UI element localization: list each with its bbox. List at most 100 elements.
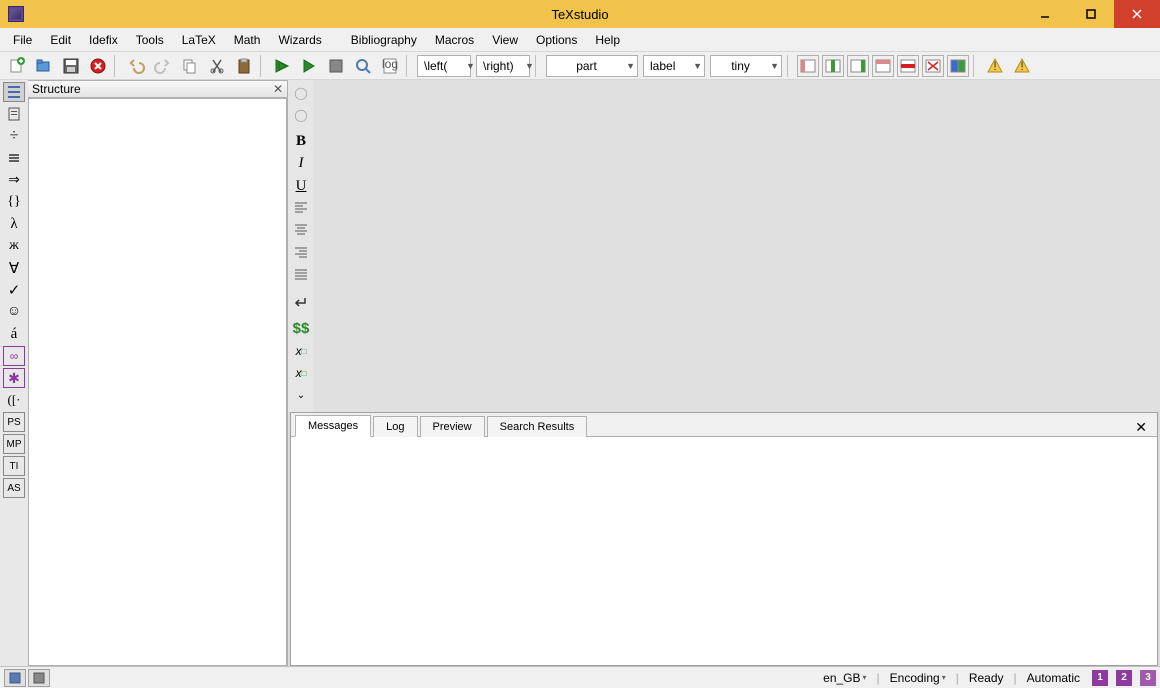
- section-dropdown[interactable]: part▼: [546, 55, 638, 77]
- table-col3-icon[interactable]: [847, 55, 869, 77]
- close-button[interactable]: [1114, 0, 1160, 28]
- status-encoding[interactable]: Encoding▾: [886, 671, 950, 685]
- status-badge-2[interactable]: 2: [1116, 670, 1132, 686]
- superscript-button[interactable]: x□: [290, 363, 312, 384]
- left-delimiter-dropdown[interactable]: \left(▼: [417, 55, 471, 77]
- menu-edit[interactable]: Edit: [42, 29, 79, 51]
- status-badge-3[interactable]: 3: [1140, 670, 1156, 686]
- close-doc-button[interactable]: [85, 54, 111, 78]
- structure-category-icon[interactable]: [3, 82, 25, 102]
- build-view-button[interactable]: [269, 54, 295, 78]
- right-delimiter-dropdown[interactable]: \right)▼: [476, 55, 530, 77]
- messages-body[interactable]: [291, 437, 1157, 665]
- greek-category-icon[interactable]: λ: [3, 214, 25, 234]
- menu-view[interactable]: View: [484, 29, 526, 51]
- circle2-icon[interactable]: ◯: [290, 104, 312, 125]
- paste-button[interactable]: [231, 54, 257, 78]
- subscript-button[interactable]: x□: [290, 340, 312, 361]
- status-toggle1-button[interactable]: [4, 669, 26, 687]
- menu-idefix[interactable]: Idefix: [81, 29, 126, 51]
- operators-category-icon[interactable]: ÷: [3, 126, 25, 146]
- status-ready: Ready: [965, 671, 1008, 685]
- inline-math-button[interactable]: $$: [290, 318, 312, 339]
- compile-button[interactable]: [296, 54, 322, 78]
- infinity-category-icon[interactable]: ∞: [3, 346, 25, 366]
- menu-wizards[interactable]: Wizards: [270, 29, 329, 51]
- quantifier-category-icon[interactable]: ∀: [3, 258, 25, 278]
- align-justify-button[interactable]: [290, 264, 312, 285]
- status-badge-1[interactable]: 1: [1092, 670, 1108, 686]
- menu-file[interactable]: File: [5, 29, 40, 51]
- close-structure-button[interactable]: ✕: [273, 82, 283, 96]
- stop-button[interactable]: [323, 54, 349, 78]
- accents-category-icon[interactable]: á: [3, 324, 25, 344]
- align-center-button[interactable]: [290, 220, 312, 241]
- tikz-category-icon[interactable]: TI: [3, 456, 25, 476]
- table-paste-col-icon[interactable]: [947, 55, 969, 77]
- undo-button[interactable]: [123, 54, 149, 78]
- view-button[interactable]: [350, 54, 376, 78]
- pstricks-category-icon[interactable]: PS: [3, 412, 25, 432]
- menu-help[interactable]: Help: [587, 29, 628, 51]
- expand-strip-button[interactable]: ⌄: [290, 385, 312, 406]
- left-category-strip: ÷ ⇒ {} λ ж ∀ ✓ ☺ á ∞ ✱ ([· PS MP TI AS: [0, 80, 28, 666]
- table-row1-icon[interactable]: [872, 55, 894, 77]
- save-button[interactable]: [58, 54, 84, 78]
- menu-math[interactable]: Math: [226, 29, 269, 51]
- relations-category-icon[interactable]: [3, 148, 25, 168]
- asymptote-category-icon[interactable]: AS: [3, 478, 25, 498]
- table-col2-icon[interactable]: [822, 55, 844, 77]
- brackets-category-icon[interactable]: ([·: [3, 390, 25, 410]
- smiley-category-icon[interactable]: ☺: [3, 302, 25, 322]
- editor-column: ◯ ◯ B I U $$ x□ x□ ⌄ Mes: [288, 80, 1160, 666]
- fontsize-dropdown[interactable]: tiny▼: [710, 55, 782, 77]
- metapost-category-icon[interactable]: MP: [3, 434, 25, 454]
- bold-button[interactable]: B: [290, 131, 312, 152]
- tab-log[interactable]: Log: [373, 416, 417, 437]
- structure-tree[interactable]: [28, 98, 287, 666]
- app-icon: [8, 6, 24, 22]
- editor-area[interactable]: [314, 80, 1160, 412]
- circle1-icon[interactable]: ◯: [290, 82, 312, 103]
- redo-button[interactable]: [150, 54, 176, 78]
- new-button[interactable]: [4, 54, 30, 78]
- check-category-icon[interactable]: ✓: [3, 280, 25, 300]
- tab-search-results[interactable]: Search Results: [487, 416, 588, 437]
- underline-button[interactable]: U: [290, 176, 312, 197]
- status-toggle2-button[interactable]: [28, 669, 50, 687]
- delimiters-category-icon[interactable]: {}: [3, 192, 25, 212]
- tab-messages[interactable]: Messages: [295, 415, 371, 437]
- maximize-button[interactable]: [1068, 0, 1114, 28]
- view-log-button[interactable]: log: [377, 54, 403, 78]
- menu-tools[interactable]: Tools: [128, 29, 172, 51]
- table-col1-icon[interactable]: [797, 55, 819, 77]
- cut-button[interactable]: [204, 54, 230, 78]
- close-messages-button[interactable]: ✕: [1129, 419, 1153, 436]
- status-language[interactable]: en_GB▾: [819, 671, 870, 685]
- menu-latex[interactable]: LaTeX: [174, 29, 224, 51]
- warning2-icon[interactable]: !: [1009, 54, 1035, 78]
- italic-button[interactable]: I: [290, 153, 312, 174]
- warning1-icon[interactable]: !: [982, 54, 1008, 78]
- tab-preview[interactable]: Preview: [420, 416, 485, 437]
- asterisk-category-icon[interactable]: ✱: [3, 368, 25, 388]
- menu-options[interactable]: Options: [528, 29, 585, 51]
- menu-macros[interactable]: Macros: [427, 29, 482, 51]
- copy-button[interactable]: [177, 54, 203, 78]
- arrows-category-icon[interactable]: ⇒: [3, 170, 25, 190]
- table-del-col-icon[interactable]: [922, 55, 944, 77]
- align-right-button[interactable]: [290, 242, 312, 263]
- table-row2-icon[interactable]: [897, 55, 919, 77]
- bookmark-category-icon[interactable]: [3, 104, 25, 124]
- newline-button[interactable]: [290, 291, 312, 312]
- svg-text:!: !: [1020, 59, 1023, 73]
- align-left-button[interactable]: [290, 198, 312, 219]
- status-automatic[interactable]: Automatic: [1023, 671, 1084, 685]
- structure-panel: Structure ✕: [28, 80, 288, 666]
- ref-label: label: [650, 59, 687, 73]
- minimize-button[interactable]: [1022, 0, 1068, 28]
- cyrillic-category-icon[interactable]: ж: [3, 236, 25, 256]
- menu-bibliography[interactable]: Bibliography: [343, 29, 425, 51]
- ref-dropdown[interactable]: label▼: [643, 55, 705, 77]
- open-button[interactable]: [31, 54, 57, 78]
